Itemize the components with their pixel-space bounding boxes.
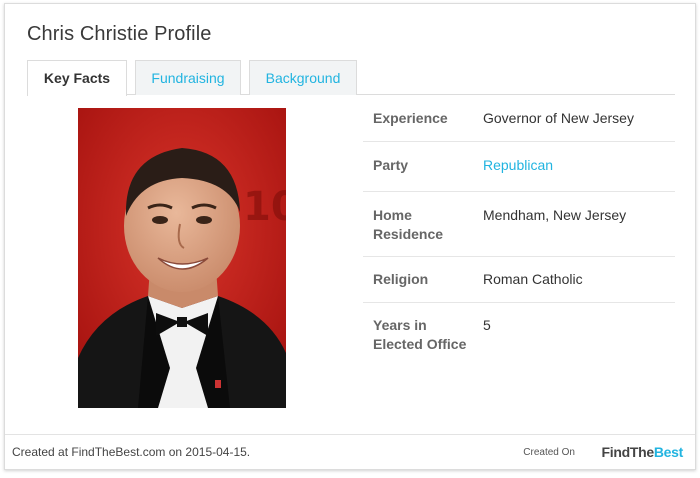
fact-row-party: Party Republican (363, 142, 675, 192)
footer-divider (5, 434, 695, 435)
fact-value: Roman Catholic (483, 271, 583, 287)
fact-row-home-residence: Home Residence Mendham, New Jersey (363, 192, 675, 257)
tab-key-facts[interactable]: Key Facts (27, 60, 127, 96)
fact-row-years-in-office: Years in Elected Office 5 (363, 303, 675, 373)
footer-created-text: Created at FindTheBest.com on 2015-04-15… (12, 445, 251, 459)
fact-label: Home Residence (373, 207, 444, 242)
key-facts-table: Experience Governor of New Jersey Party … (363, 95, 675, 373)
brand-main: FindThe (601, 444, 655, 460)
party-link[interactable]: Republican (483, 156, 673, 175)
fact-label: Religion (373, 271, 429, 287)
fact-value: Mendham, New Jersey (483, 207, 627, 223)
fact-label: Years in Elected Office (373, 317, 467, 352)
created-on-label: Created On (523, 447, 575, 458)
fact-label: Experience (373, 110, 448, 126)
page-title: Chris Christie Profile (27, 23, 212, 45)
fact-label: Party (373, 157, 409, 173)
profile-photo: 100 (78, 108, 286, 408)
fact-row-experience: Experience Governor of New Jersey (363, 95, 675, 142)
svg-text:100: 100 (243, 184, 286, 230)
fact-row-religion: Religion Roman Catholic (363, 257, 675, 303)
tab-fundraising[interactable]: Fundraising (135, 60, 241, 95)
findthebest-logo[interactable]: FindTheBest (602, 444, 684, 460)
tab-bar: Key Facts Fundraising Background (27, 60, 675, 96)
tab-background[interactable]: Background (249, 60, 357, 95)
profile-card: Chris Christie Profile Key Facts Fundrai… (4, 3, 696, 470)
fact-value: Governor of New Jersey (483, 110, 634, 126)
fact-value: 5 (483, 317, 491, 333)
brand-accent: Best (653, 444, 683, 460)
